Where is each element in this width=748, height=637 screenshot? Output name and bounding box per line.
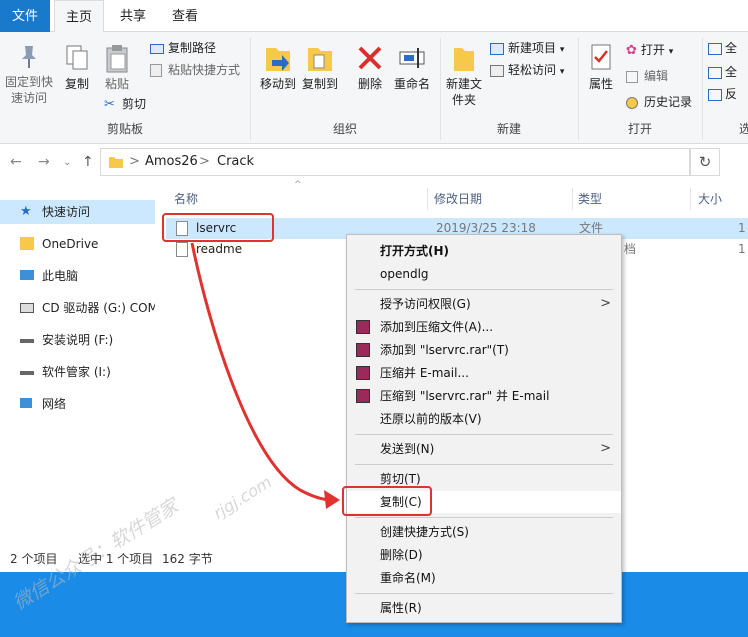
annotation-arrow-icon <box>190 242 340 509</box>
